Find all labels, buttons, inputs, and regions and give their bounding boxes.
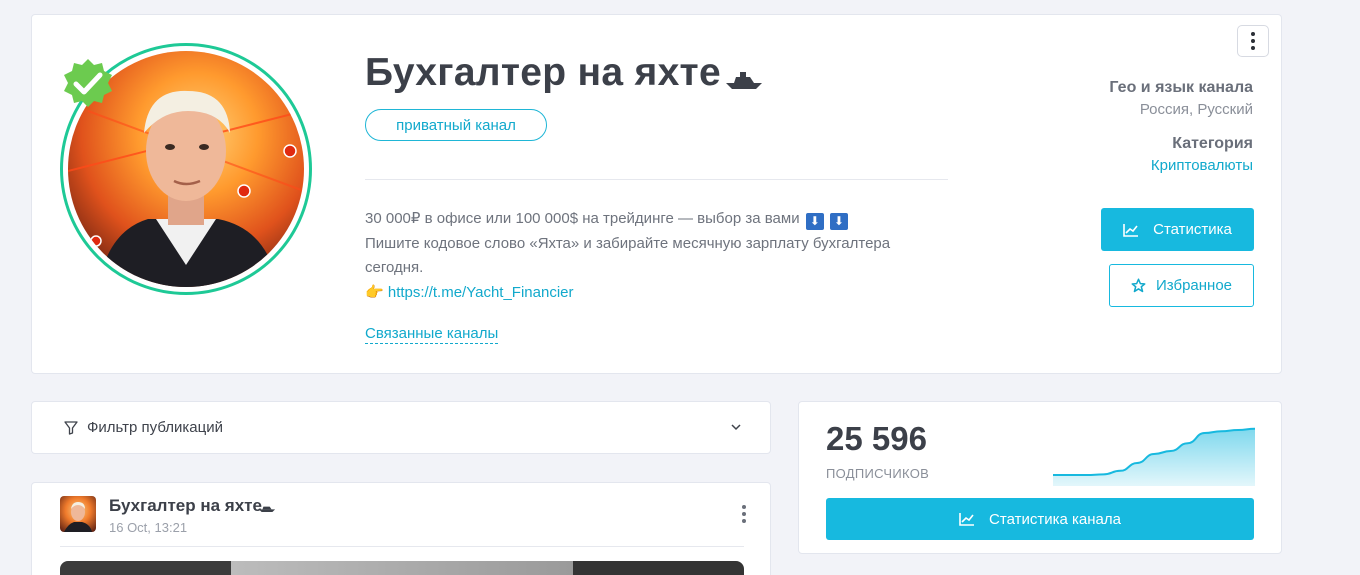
subscribers-sparkline: [1053, 427, 1255, 486]
subscriber-count: 25 596: [826, 420, 927, 457]
post-author-name[interactable]: Бухгалтер на яхте: [109, 496, 262, 516]
channel-menu-button[interactable]: [1237, 25, 1269, 57]
kebab-dot: [1251, 46, 1255, 50]
subscriber-label: ПОДПИСЧИКОВ: [826, 466, 930, 481]
geo-language-block: Гео и язык канала Россия, Русский: [1109, 79, 1253, 118]
private-channel-tag: приватный канал: [365, 109, 547, 141]
ship-icon: [258, 506, 276, 513]
favorite-button-label: Избранное: [1155, 277, 1233, 294]
chart-line-icon: [959, 513, 975, 526]
ship-icon: [726, 72, 762, 89]
chart-line-icon: [1123, 223, 1139, 237]
filter-label: Фильтр публикаций: [87, 419, 223, 436]
kebab-dot: [1251, 39, 1255, 43]
divider: [365, 179, 948, 180]
channel-statistics-button[interactable]: Статистика канала: [826, 498, 1254, 540]
post-media-preview[interactable]: [60, 561, 744, 575]
channel-statistics-button-label: Статистика канала: [989, 510, 1121, 528]
star-icon: [1131, 278, 1146, 293]
description-text-1: 30 000₽ в офисе или 100 000$ на трейдинг…: [365, 210, 800, 227]
description-link-line: 👉 https://t.me/Yacht_Financier: [365, 281, 925, 306]
related-channels-link[interactable]: Связанные каналы: [365, 325, 499, 344]
chevron-down-icon: [731, 424, 741, 431]
description-line-1: 30 000₽ в офисе или 100 000$ на трейдинг…: [365, 207, 925, 232]
post-date: 16 Oct, 13:21: [109, 520, 188, 535]
category-label: Категория: [1172, 135, 1253, 152]
publication-filter[interactable]: Фильтр публикаций: [31, 401, 771, 454]
subscribers-card: 25 596 ПОДПИСЧИКОВ Статистика канала: [798, 401, 1282, 554]
post-avatar-portrait: [64, 502, 92, 532]
channel-title: Бухгалтер на яхте: [365, 51, 721, 94]
geo-language-label: Гео и язык канала: [1109, 79, 1253, 96]
geo-language-value: Россия, Русский: [1139, 101, 1253, 118]
description-line-2: Пишите кодовое слово «Яхта» и забирайте …: [365, 234, 891, 277]
filter-icon: [64, 421, 78, 435]
kebab-dot: [742, 519, 746, 523]
kebab-dot: [1251, 32, 1255, 36]
category-block: Категория Криптовалюты: [1151, 135, 1253, 174]
statistics-button[interactable]: Статистика: [1101, 208, 1254, 251]
verified-badge-icon: [64, 59, 112, 107]
post-author-avatar: [60, 496, 96, 532]
category-link[interactable]: Криптовалюты: [1151, 157, 1253, 174]
channel-external-link[interactable]: https://t.me/Yacht_Financier: [388, 284, 574, 301]
channel-header-card: Бухгалтер на яхте приватный канал 30 000…: [31, 14, 1282, 374]
kebab-dot: [742, 505, 746, 509]
sparkline-area: [1053, 428, 1255, 486]
channel-description: 30 000₽ в офисе или 100 000$ на трейдинг…: [365, 207, 925, 305]
down-arrow-emoji: ⬇: [805, 213, 824, 230]
post-menu-button[interactable]: [742, 505, 746, 523]
kebab-dot: [742, 512, 746, 516]
down-arrow-emoji: ⬇: [829, 213, 848, 230]
favorite-button[interactable]: Избранное: [1109, 264, 1254, 307]
post-card: Бухгалтер на яхте 16 Oct, 13:21: [31, 482, 771, 575]
divider: [60, 546, 744, 547]
pointing-hand-emoji: 👉: [365, 283, 384, 301]
statistics-button-label: Статистика: [1153, 221, 1232, 238]
